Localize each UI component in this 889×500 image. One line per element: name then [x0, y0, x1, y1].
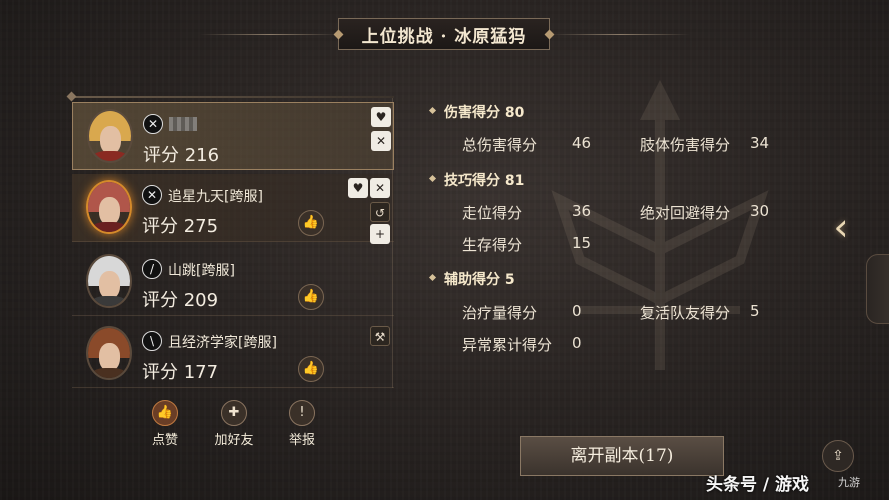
- player-row[interactable]: / 山跳[跨服] 评分 209 👍: [72, 248, 394, 316]
- avatar-mvp: [86, 180, 132, 234]
- crossed-swords-icon: ✕: [142, 185, 162, 205]
- avatar: [87, 109, 133, 163]
- player-score: 评分 177: [142, 362, 219, 383]
- damage-score-header: 伤害得分 80: [444, 102, 524, 122]
- add-friend-label: 加好友: [214, 433, 254, 448]
- abnormal-value: 0: [572, 334, 582, 352]
- survival-label: 生存得分: [462, 236, 523, 254]
- revive-label: 复活队友得分: [640, 304, 731, 322]
- add-friend-action[interactable]: ✚ 加好友: [204, 400, 264, 448]
- blade-icon: /: [142, 259, 162, 279]
- like-label: 点赞: [151, 433, 178, 448]
- title-banner: 上位挑战 · 冰原猛犸: [0, 18, 889, 52]
- panel-divider: [392, 98, 393, 388]
- limb-damage-label: 肢体伤害得分: [640, 136, 731, 154]
- watermark-logo: 九游: [838, 476, 860, 489]
- like-action[interactable]: 👍 点赞: [135, 400, 195, 448]
- dodge-value: 30: [750, 202, 770, 220]
- player-score: 评分 209: [142, 290, 219, 311]
- player-name: 且经济学家[跨服]: [168, 335, 277, 351]
- player-name: 追星九天[跨服]: [168, 189, 263, 205]
- plus-icon[interactable]: +: [370, 224, 390, 244]
- watermark: 头条号 / 游戏: [706, 475, 810, 495]
- add-friend-icon: ✚: [221, 400, 247, 426]
- exit-instance-button[interactable]: 离开副本(17): [520, 436, 724, 476]
- abnormal-label: 异常累计得分: [462, 336, 553, 354]
- skill-score-header: 技巧得分 81: [444, 170, 524, 190]
- revive-value: 5: [750, 302, 760, 320]
- player-score: 评分 275: [142, 216, 219, 237]
- crossed-swords-icon: ✕: [143, 114, 163, 134]
- crossed-swords-icon[interactable]: ✕: [370, 178, 390, 198]
- chevron-left-icon[interactable]: ‹: [828, 205, 854, 249]
- dodge-label: 绝对回避得分: [640, 204, 731, 222]
- player-name: 山跳[跨服]: [168, 263, 235, 279]
- thumbs-up-button[interactable]: 👍: [298, 284, 324, 310]
- player-name-hidden: [169, 117, 197, 131]
- heart-icon[interactable]: ♥: [371, 107, 391, 127]
- list-divider: [72, 96, 394, 98]
- horn-icon[interactable]: ↺: [370, 202, 390, 222]
- avatar: [86, 326, 132, 380]
- quill-icon: \: [142, 331, 162, 351]
- limb-damage-value: 34: [750, 134, 770, 152]
- title-divider-right: [550, 34, 690, 35]
- avatar: [86, 254, 132, 308]
- support-score-header: 辅助得分 5: [444, 269, 515, 289]
- warning-icon: !: [289, 400, 315, 426]
- report-label: 举报: [288, 433, 315, 448]
- thumbs-up-button[interactable]: 👍: [298, 356, 324, 382]
- hammer-icon[interactable]: ⚒: [370, 326, 390, 346]
- thumbs-up-button[interactable]: 👍: [298, 210, 324, 236]
- total-damage-label: 总伤害得分: [462, 136, 538, 154]
- player-score: 评分 216: [143, 145, 220, 166]
- thumbs-up-icon: 👍: [152, 400, 178, 426]
- total-damage-value: 46: [572, 134, 592, 152]
- player-row[interactable]: ✕ 追星九天[跨服] 评分 275 👍 ♥ ✕ ↺ +: [72, 174, 394, 244]
- movement-value: 36: [572, 202, 592, 220]
- heal-value: 0: [572, 302, 582, 320]
- heart-icon[interactable]: ♥: [348, 178, 368, 198]
- title-divider-left: [200, 34, 340, 35]
- page-title: 上位挑战 · 冰原猛犸: [338, 18, 550, 50]
- share-icon[interactable]: ⇪: [822, 440, 854, 472]
- report-action[interactable]: ! 举报: [272, 400, 332, 448]
- survival-value: 15: [572, 234, 592, 252]
- movement-label: 走位得分: [462, 204, 523, 222]
- player-row[interactable]: \ 且经济学家[跨服] 评分 177 👍 ⚒: [72, 320, 394, 388]
- heal-label: 治疗量得分: [462, 304, 538, 322]
- crossed-swords-icon[interactable]: ✕: [371, 131, 391, 151]
- side-drawer-tab[interactable]: [866, 254, 889, 324]
- player-row-self[interactable]: ✕ 评分 216 ♥ ✕: [72, 102, 394, 170]
